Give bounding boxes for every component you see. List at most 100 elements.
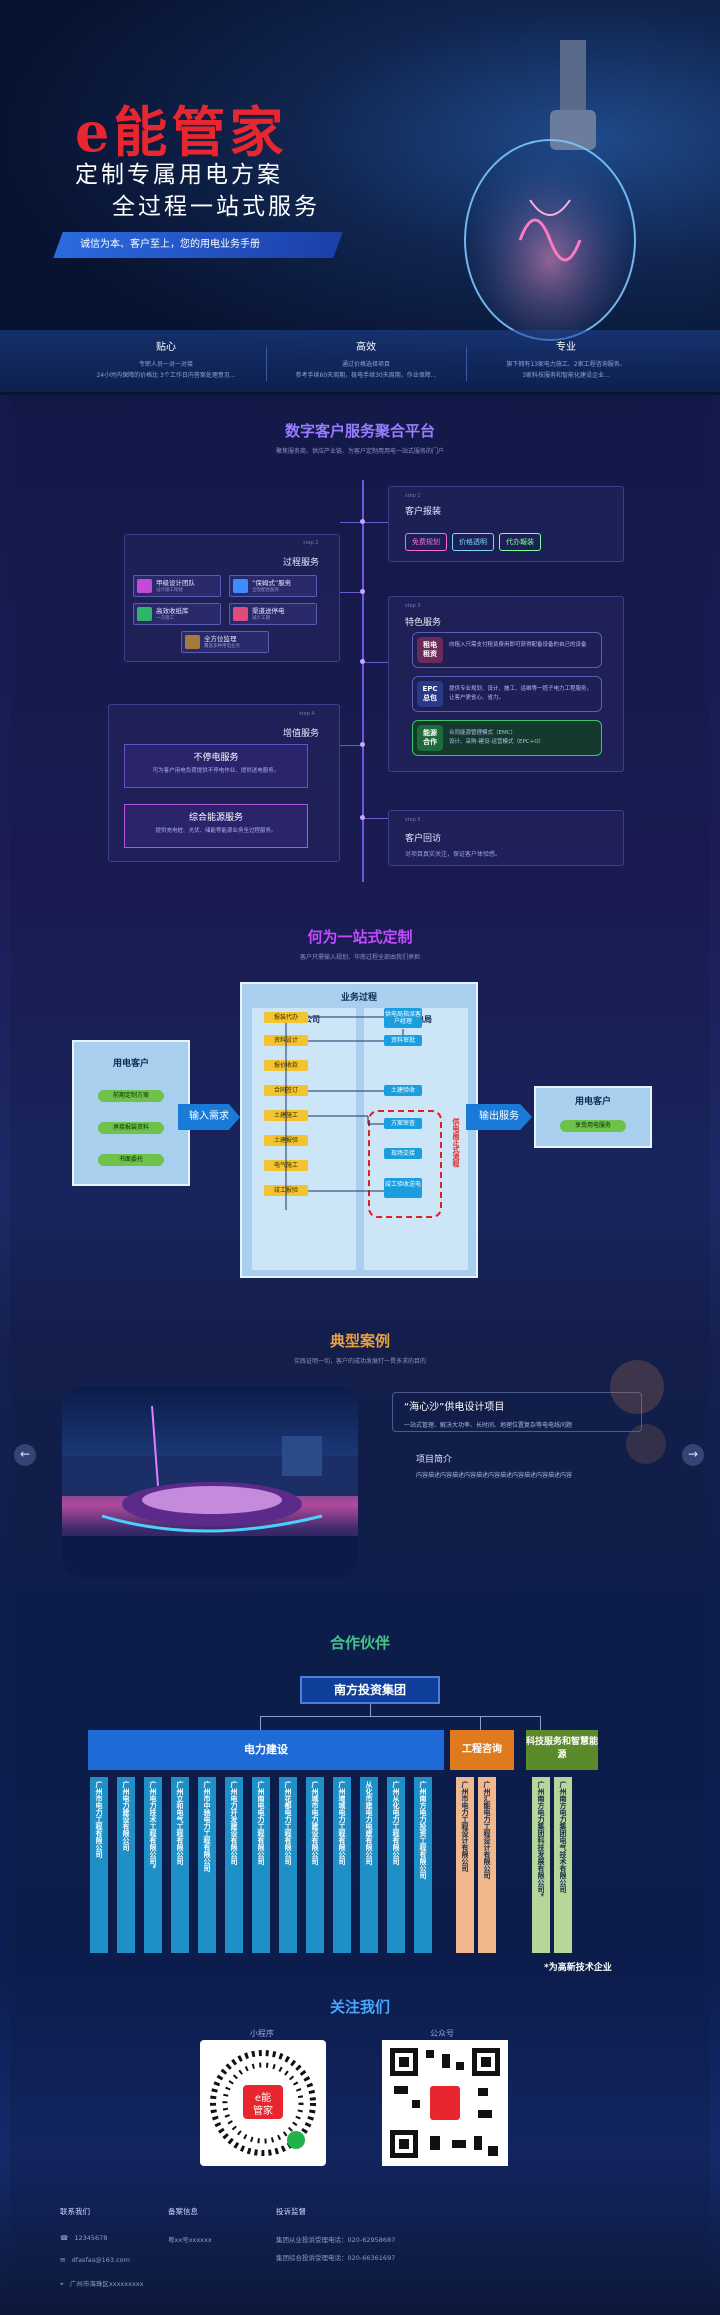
feature-desc: 提供专业规划、设计、施工、运维等一揽子电力工程服务，让客户更省心、省力。 [449, 686, 593, 701]
footer-complaint-line2: 集团综合投诉受理电话：020-66361697 [276, 2254, 396, 2262]
item-sub: 减少工期 [252, 616, 270, 621]
phone-icon: ☎ [60, 2234, 69, 2242]
case-photo[interactable] [62, 1386, 358, 1578]
card-title: 客户报装 [405, 507, 442, 517]
next-arrow-icon[interactable]: → [682, 1444, 704, 1466]
feature-desc: 参考手续60天周期，极电手续30天周期，作业保障... [295, 372, 437, 379]
pill-transparent-price[interactable]: 价格透明 [452, 533, 494, 551]
feature-badge: EPC 总包 [417, 681, 443, 707]
card-title: 客户回访 [405, 834, 442, 844]
miniprogram-qr-code[interactable]: e能 管家 [200, 2040, 326, 2166]
footer-email[interactable]: dfasfas@163.com [72, 2256, 130, 2264]
flow-arrows [285, 1016, 404, 1210]
company-card: 广州南方电力集团科技发展有限公司* [532, 1777, 550, 1953]
case-intro-title: 项目简介 [416, 1455, 453, 1465]
company-card: 广州汇能电力工程设计有限公司 [478, 1777, 496, 1953]
item-title: 不停电服务 [193, 753, 239, 763]
feature-desc: 向租入只需支付租赁费用即可获得配备设备的自己的设备 [449, 642, 587, 648]
customer-item: 书面委托 [98, 1154, 164, 1166]
hero-headline-2: 全过程一站式服务 [112, 194, 320, 220]
miniprogram-label: 小程序 [250, 2029, 274, 2038]
feature-desc: 合同能源管理模式（EMC） 设计、采购-建设-运营模式（EPC+O） [449, 730, 545, 745]
output-arrow: 输出服务 [466, 1104, 532, 1130]
company-card: 从化市建电力电建有限公司 [360, 1777, 378, 1953]
section-title-onestop: 何为一站式定制 [307, 928, 413, 946]
case-title: “海心沙”供电设计项目 [404, 1402, 505, 1413]
official-account-label: 公众号 [430, 2029, 454, 2038]
card-followup: step 5 客户回访 对项目真实关注，保证客户体验感。 [388, 810, 624, 866]
item-title: 综合能源服务 [188, 813, 243, 823]
input-arrow: 输入需求 [178, 1104, 240, 1130]
step-label: step 5 [405, 817, 421, 823]
category-tech: 科技服务和智慧能源 [526, 1730, 598, 1770]
pill-free-planning[interactable]: 免费规划 [405, 533, 447, 551]
group-title: 南方投资集团 [300, 1676, 440, 1704]
feature-epc: EPC 总包 提供专业规划、设计、施工、运维等一揽子电力工程服务，让客户更省心、省… [412, 676, 602, 712]
connector [364, 662, 388, 663]
feature-efficient: 高效通过价格选择项目参考手续60天周期，极电手续30天周期，作业保障... [256, 338, 476, 381]
page: e能管家 定制专属用电方案 全过程一站式服务 诚信为本、客户至上，您的用电业务手… [0, 0, 720, 2315]
value-item-energy: 综合能源服务提供充电桩、光伏、储能等能源业务全过程服务。 [124, 804, 308, 848]
decor-bubble [610, 1360, 664, 1414]
process-item: “保姆式”服务 全程配合服务 [229, 575, 317, 597]
company-card: 广州电力开发建设有限公司 [225, 1777, 243, 1953]
timeline-node [360, 742, 365, 747]
customer-item: 前期定制方案 [98, 1090, 164, 1102]
timeline-node [360, 815, 365, 820]
section-subtitle-cases: 实践证明一切，客户的成功发展打一贯多求的目的 [293, 1358, 426, 1365]
process-item: 甲级设计团队 设计施工衔接 [133, 575, 221, 597]
feature-care: 贴心 专职人员一对一对接 24小时内保障的价格比 3个工作日内答案处理意见... [56, 338, 276, 381]
step-label: step 1 [405, 493, 421, 499]
feature-desc: 通过价格选择项目 [341, 361, 390, 368]
item-sub: 一次施工 [156, 616, 174, 621]
category-power: 电力建设 [88, 1730, 444, 1770]
company-card: 广州立和电气工程有限公司 [171, 1777, 189, 1953]
svg-text:管家: 管家 [253, 2104, 273, 2117]
case-tag: 一站式管理、解决大功率、长时间、地理位置复杂等电电线问题 [404, 1422, 573, 1429]
company-card: 广州花都电力工程有限公司 [279, 1777, 297, 1953]
process-item: 全方位监理 覆盖多种用电业务 [181, 631, 269, 653]
feature-title: 贴心 [156, 342, 176, 353]
value-item-uninterrupted: 不停电服务可为客户用电负荷提供不停电作业、提供送电服务。 [124, 744, 308, 788]
section-subtitle-onestop: 客户只需输入规划、华南过程全部由我们承担 [299, 954, 420, 961]
connector [364, 818, 388, 819]
official-account-qr-code[interactable] [382, 2040, 508, 2166]
process-item: 渠道送停电 减少工期 [229, 603, 317, 625]
customer-item: 享受用电服务 [560, 1120, 626, 1132]
item-desc: 提供充电桩、光伏、储能等能源业务全过程服务。 [155, 828, 277, 834]
decor-bubble [626, 1424, 666, 1464]
item-desc: 可为客户用电负荷提供不停电作业、提供送电服务。 [152, 768, 280, 774]
haixinsha-night-image [62, 1405, 358, 1578]
tree-line [370, 1704, 371, 1716]
feature-badge: 能源 合作 [417, 725, 443, 751]
tree-line [260, 1716, 261, 1730]
feature-energy: 能源 合作 合同能源管理模式（EMC） 设计、采购-建设-运营模式（EPC+O） [412, 720, 602, 756]
customer-box-right: 用电客户 享受用电服务 [534, 1086, 652, 1148]
case-intro: 内容描述内容描述内容描述内容描述内容描述内容描述内容 [416, 1472, 573, 1479]
feature-desc: 旗下拥有13家电力施工、2家工程咨询服务、 [506, 361, 626, 368]
step-label: step 4 [299, 711, 315, 717]
pill-agent-report[interactable]: 代办報装 [499, 533, 541, 551]
company-card: 广州增城电力工程有限公司 [333, 1777, 351, 1953]
section-title-cases: 典型案例 [329, 1332, 390, 1350]
prev-arrow-icon[interactable]: ← [14, 1444, 36, 1466]
pill-row: 免费规划 价格透明 代办報装 [405, 529, 546, 551]
section-title-partners: 合作伙伴 [329, 1634, 390, 1652]
svg-text:e能: e能 [255, 2091, 271, 2104]
company-card: 广州电力技术工程有限公司* [144, 1777, 162, 1953]
company-card: 广州城市电力建设有限公司 [306, 1777, 324, 1953]
company-card: 广州南方电力投资工程有限公司 [414, 1777, 432, 1953]
step-label: step 3 [405, 603, 421, 609]
feature-title: 高效 [356, 342, 376, 353]
location-icon: ⌖ [60, 2280, 64, 2288]
process-item: 高效收纸库 一次施工 [133, 603, 221, 625]
customer-title: 用电客户 [112, 1059, 149, 1069]
tree-line [260, 1716, 540, 1717]
feature-lease: 租电 租资 向租入只需支付租赁费用即可获得配备设备的自己的设备 [412, 632, 602, 668]
footer-record-title: 备案信息 [168, 2207, 198, 2216]
user-icon [233, 579, 248, 593]
category-consulting: 工程咨询 [450, 1730, 514, 1770]
feature-professional: 专业 旗下拥有13家电力施工、2家工程咨询服务、 3家科技服务和智能化建设企业... [456, 338, 676, 381]
card-title: 特色服务 [405, 618, 442, 628]
hero-headline-1: 定制专属用电方案 [75, 162, 283, 188]
